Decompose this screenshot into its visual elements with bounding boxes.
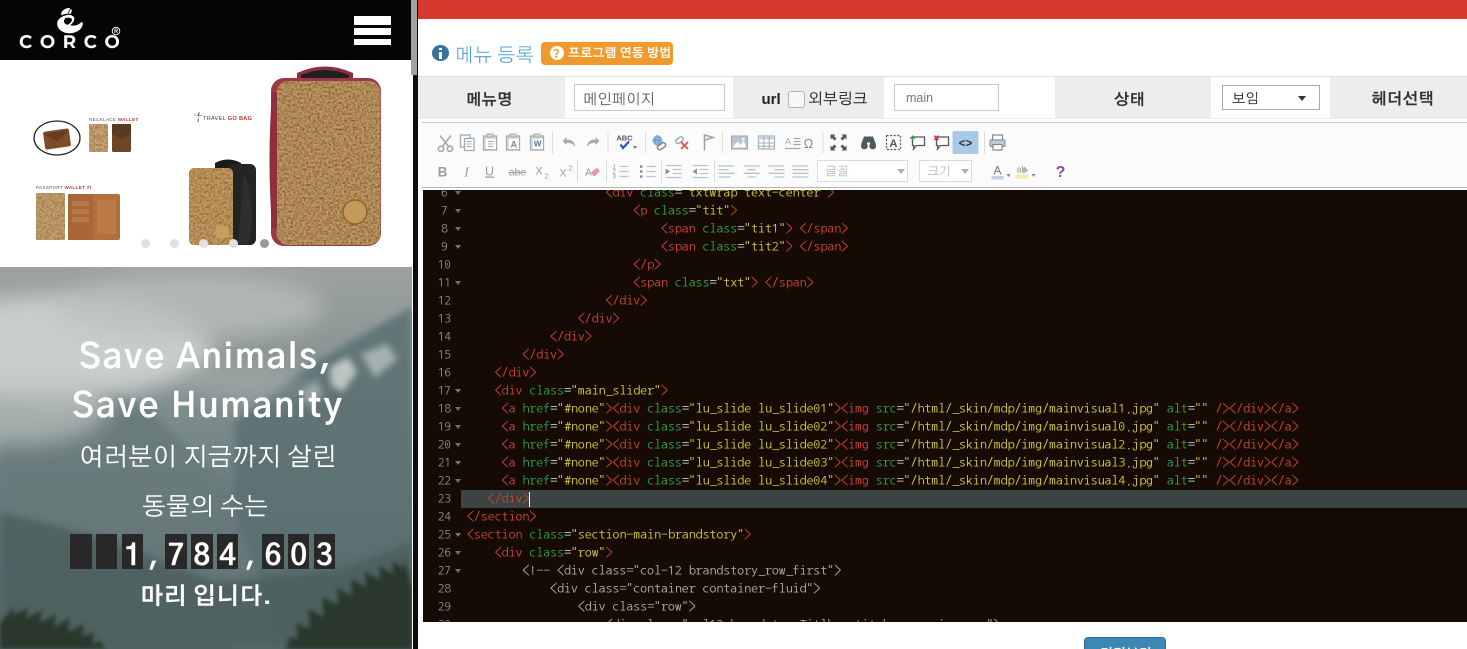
svg-text:2: 2	[568, 163, 572, 172]
svg-text:A: A	[510, 139, 517, 149]
svg-text:abe: abe	[508, 166, 526, 178]
svg-text:W: W	[533, 139, 541, 148]
svg-text:U: U	[484, 164, 493, 178]
svg-text:2: 2	[544, 171, 548, 180]
svg-text:A: A	[785, 136, 791, 146]
svg-text:?: ?	[1055, 164, 1065, 181]
svg-text:A: A	[993, 163, 1001, 177]
svg-text:<>: <>	[958, 138, 972, 151]
svg-text:X: X	[559, 167, 567, 179]
svg-text:I: I	[463, 164, 470, 179]
svg-text:A: A	[585, 167, 592, 178]
svg-text:X: X	[535, 165, 543, 177]
svg-text:Ω: Ω	[803, 136, 813, 151]
svg-text:B: B	[437, 164, 447, 179]
svg-text:3: 3	[612, 174, 616, 180]
svg-text:ABC: ABC	[616, 133, 633, 142]
svg-text:A: A	[889, 138, 897, 150]
